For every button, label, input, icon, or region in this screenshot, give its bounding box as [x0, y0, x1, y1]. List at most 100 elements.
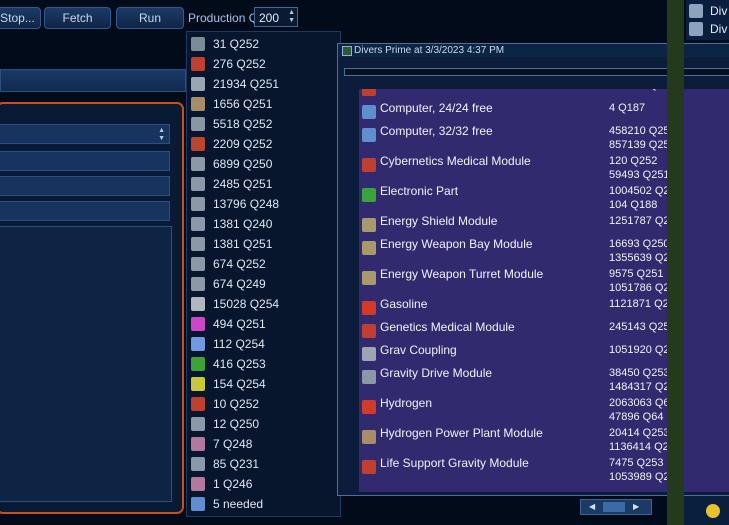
production-quality-stepper[interactable]: 200 ▲ ▼	[254, 7, 298, 27]
material-item[interactable]: 7 Q248	[191, 434, 252, 454]
scroll-left-icon[interactable]: ◀	[589, 500, 595, 514]
item-quantity: 59493 Q251	[609, 169, 670, 181]
horizontal-scrollbar[interactable]: ◀ ▶	[580, 499, 652, 515]
material-item[interactable]: 674 Q252	[191, 254, 266, 274]
material-item[interactable]: 2209 Q252	[191, 134, 272, 154]
right-side-list: Div Div	[686, 0, 729, 40]
sphere-icon	[191, 477, 205, 491]
material-label: 85 Q231	[213, 457, 260, 471]
right-list-item[interactable]: Div	[686, 2, 729, 19]
module-icon	[191, 277, 205, 291]
material-label: 416 Q253	[213, 357, 266, 371]
material-item[interactable]: 1 Q246	[191, 474, 252, 494]
red-module-icon	[191, 397, 205, 411]
item-quantity: 7475 Q253	[609, 457, 664, 469]
material-label: 674 Q252	[213, 257, 266, 271]
cells-icon	[191, 377, 205, 391]
left-panel-select[interactable]: ▲ ▼	[0, 124, 170, 144]
coupling-icon	[362, 347, 376, 361]
dialog-checkbox-icon[interactable]	[342, 46, 352, 56]
fetch-button[interactable]: Fetch	[44, 7, 111, 29]
item-name: Electronic Part	[380, 184, 459, 198]
silver-part-icon	[191, 77, 205, 91]
material-item[interactable]: 5 needed	[191, 494, 263, 514]
scroll-thumb[interactable]	[603, 502, 625, 512]
material-item[interactable]: 15028 Q254	[191, 294, 279, 314]
material-label: 12 Q250	[213, 417, 260, 431]
material-item[interactable]: 2485 Q251	[191, 174, 272, 194]
side-divider	[667, 0, 684, 525]
material-item[interactable]: 21934 Q251	[191, 74, 279, 94]
avatar[interactable]	[684, 496, 729, 525]
material-item[interactable]: 1381 Q251	[191, 234, 272, 254]
scroll-right-icon[interactable]: ▶	[633, 500, 639, 514]
material-item[interactable]: 13796 Q248	[191, 194, 279, 214]
gas-can-icon	[362, 400, 376, 414]
material-item[interactable]: 1381 Q240	[191, 214, 272, 234]
left-panel-text-area[interactable]	[0, 226, 172, 502]
run-button[interactable]: Run	[116, 7, 184, 29]
module-icon	[191, 257, 205, 271]
material-item[interactable]: 85 Q231	[191, 454, 259, 474]
material-label: 2209 Q252	[213, 137, 273, 151]
left-panel-field-1[interactable]	[0, 151, 170, 171]
material-label: 5 needed	[213, 497, 264, 511]
left-panel-field-2[interactable]	[0, 176, 170, 196]
material-item[interactable]: 10 Q252	[191, 394, 259, 414]
material-label: 674 Q249	[213, 277, 266, 291]
material-label: 1 Q246	[213, 477, 253, 491]
red-module-icon	[362, 158, 376, 172]
material-item[interactable]: 31 Q252	[191, 34, 259, 54]
item-name: Command And Control Module	[380, 89, 544, 92]
material-item[interactable]: 5518 Q252	[191, 114, 272, 134]
material-item[interactable]: 416 Q253	[191, 354, 266, 374]
material-label: 21934 Q251	[213, 77, 280, 91]
right-list-label: Div	[710, 21, 728, 36]
stepper-arrows-icon[interactable]: ▲ ▼	[288, 9, 295, 25]
item-name: Computer, 32/32 free	[380, 124, 493, 138]
material-item[interactable]: 1656 Q251	[191, 94, 272, 114]
computer-chip-icon	[191, 37, 205, 51]
item-quantity: 104 Q188	[609, 199, 658, 211]
material-label: 494 Q251	[213, 317, 266, 331]
circuit-board-icon	[362, 188, 376, 202]
red-module-icon	[191, 137, 205, 151]
computer-icon	[191, 497, 205, 511]
item-quantity: 990202 Q252	[609, 89, 676, 92]
item-name: Cybernetics Medical Module	[380, 154, 531, 168]
plates-icon	[191, 297, 205, 311]
material-label: 5518 Q252	[213, 117, 273, 131]
material-item[interactable]: 6899 Q250	[191, 154, 272, 174]
left-panel-header-bar	[0, 69, 186, 92]
material-item[interactable]: 674 Q249	[191, 274, 266, 294]
module-icon	[191, 237, 205, 251]
production-quality-value: 200	[259, 11, 280, 25]
module-icon	[362, 430, 376, 444]
material-label: 6899 Q250	[213, 157, 273, 171]
material-item[interactable]: 12 Q250	[191, 414, 259, 434]
item-quantity: 857139 Q251	[609, 139, 676, 151]
item-name: Genetics Medical Module	[380, 320, 515, 334]
droplet-icon	[191, 317, 205, 331]
module-icon	[191, 157, 205, 171]
right-list-item[interactable]: Div	[686, 20, 729, 37]
item-quantity: 458210 Q252	[609, 125, 676, 137]
red-module-icon	[191, 57, 205, 71]
sphere-icon	[191, 437, 205, 451]
material-item[interactable]: 276 Q252	[191, 54, 266, 74]
dialog-title: Divers Prime at 3/3/2023 4:37 PM	[354, 45, 505, 56]
module-icon	[191, 117, 205, 131]
material-item[interactable]: 154 Q254	[191, 374, 266, 394]
material-label: 10 Q252	[213, 397, 260, 411]
material-item[interactable]: 494 Q251	[191, 314, 266, 334]
circuit-board-icon	[191, 357, 205, 371]
select-arrows-icon: ▲ ▼	[158, 127, 165, 142]
material-label: 1381 Q240	[213, 217, 273, 231]
left-panel-field-3[interactable]	[0, 201, 170, 221]
stop-button[interactable]: Stop...	[0, 7, 41, 29]
computer-icon	[362, 105, 376, 119]
material-item[interactable]: 112 Q254	[191, 334, 265, 354]
material-label: 7 Q248	[213, 437, 253, 451]
material-label: 15028 Q254	[213, 297, 280, 311]
module-icon	[191, 177, 205, 191]
